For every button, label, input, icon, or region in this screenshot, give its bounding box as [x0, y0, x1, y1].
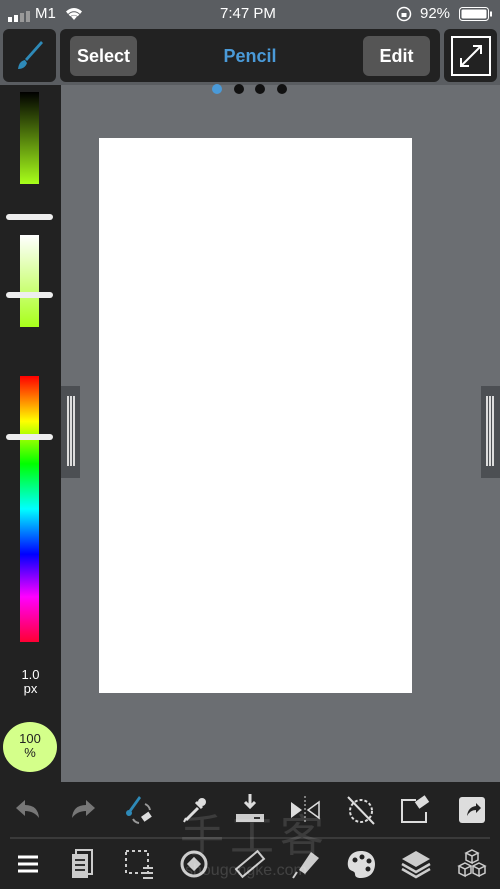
- status-bar: M1 7:47 PM 92%: [0, 0, 500, 28]
- brightness-slider[interactable]: [20, 92, 39, 184]
- page-indicator: [212, 84, 292, 94]
- slider-knob[interactable]: [6, 292, 53, 298]
- opacity-badge[interactable]: 100 %: [3, 722, 57, 772]
- palette-button[interactable]: [339, 844, 383, 884]
- materials-button[interactable]: [450, 844, 494, 884]
- selection-button[interactable]: [117, 844, 161, 884]
- expand-icon: [450, 35, 491, 76]
- layers-button[interactable]: [394, 844, 438, 884]
- watermark-url: shougongke.com: [185, 862, 307, 879]
- opacity-value: 100: [19, 731, 41, 746]
- page-dot[interactable]: [234, 84, 244, 94]
- battery-percent: 92%: [420, 5, 451, 22]
- opacity-unit: %: [24, 745, 36, 760]
- rotation-lock-icon: [396, 6, 412, 26]
- layers-icon: [401, 851, 431, 879]
- time: 7:47 PM: [220, 5, 276, 22]
- battery-icon: [459, 7, 493, 25]
- fullscreen-button[interactable]: [444, 29, 497, 82]
- undo-icon: [16, 800, 39, 818]
- page-dot[interactable]: [255, 84, 265, 94]
- brush-size-unit: px: [23, 681, 38, 696]
- slider-knob[interactable]: [6, 434, 53, 440]
- brush-eraser-swap-button[interactable]: [117, 790, 161, 830]
- undo-button[interactable]: [6, 790, 50, 830]
- materials-icon: [457, 849, 487, 878]
- watermark: 手工客: [180, 812, 330, 861]
- edit-button[interactable]: Edit: [363, 36, 430, 76]
- menu-button[interactable]: [6, 844, 50, 884]
- share-button[interactable]: [450, 790, 494, 830]
- color-panel: 1.0 px 100 %: [0, 85, 61, 782]
- slider-knob[interactable]: [6, 214, 53, 220]
- share-icon: [459, 797, 485, 823]
- brush-size-value: 1.0: [21, 667, 40, 682]
- rotate-off-button[interactable]: [339, 790, 383, 830]
- signal-icon: [8, 9, 32, 26]
- hue-slider[interactable]: [20, 376, 39, 642]
- selection-icon: [125, 850, 153, 879]
- pages-button[interactable]: [61, 844, 105, 884]
- brush-eraser-swap-icon: [126, 796, 152, 824]
- wifi-icon: [64, 6, 84, 25]
- left-panel-handle[interactable]: [61, 386, 80, 478]
- brush-size[interactable]: 1.0 px: [0, 668, 61, 696]
- top-bar: Select Pencil Edit: [0, 28, 500, 85]
- pages-icon: [72, 849, 93, 878]
- carrier: M1: [35, 5, 56, 22]
- palette-icon: [347, 851, 375, 878]
- rotate-off-icon: [347, 796, 375, 825]
- tool-header: Select Pencil Edit: [60, 29, 440, 82]
- clear-layer-button[interactable]: [394, 790, 438, 830]
- page-dot-active[interactable]: [212, 84, 222, 94]
- clear-layer-icon: [401, 795, 430, 823]
- saturation-slider[interactable]: [20, 235, 39, 327]
- redo-icon: [72, 800, 95, 818]
- brush-button[interactable]: [3, 29, 56, 82]
- brush-icon: [17, 40, 43, 69]
- right-panel-handle[interactable]: [481, 386, 500, 478]
- redo-button[interactable]: [61, 790, 105, 830]
- page-dot[interactable]: [277, 84, 287, 94]
- menu-icon: [18, 855, 38, 873]
- drawing-canvas[interactable]: [99, 138, 412, 693]
